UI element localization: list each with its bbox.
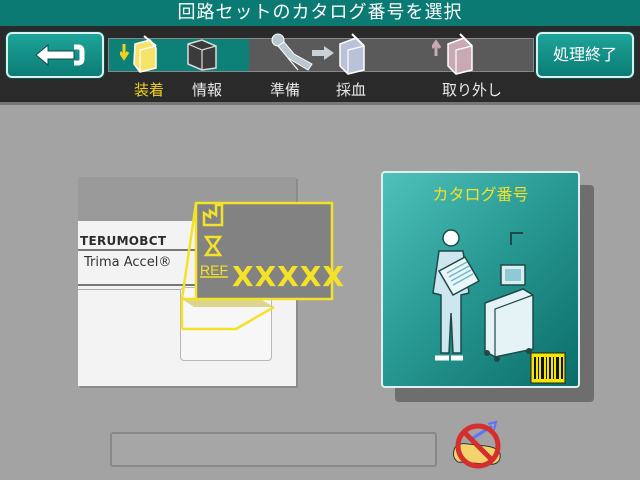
end-procedure-button[interactable]: 処理終了 <box>536 32 634 78</box>
header-divider <box>0 102 640 105</box>
collect-icon <box>339 33 365 75</box>
operator-machine-illustration <box>432 229 566 384</box>
brand-text: TERUMOBCT <box>80 234 167 248</box>
info-folder-icon <box>187 39 217 71</box>
load-cassette-icon <box>120 35 157 73</box>
step-label-info: 情報 <box>192 81 223 99</box>
catalog-number-field <box>110 432 437 467</box>
ref-code: XXXXX <box>232 260 345 293</box>
unload-icon <box>432 33 473 75</box>
catalog-number-button[interactable]: カタログ番号 <box>381 171 580 388</box>
step-label-collect: 採血 <box>336 81 367 99</box>
arrow-right-icon <box>312 46 334 60</box>
back-button[interactable] <box>6 32 104 78</box>
model-text: Trima Accel® <box>84 255 172 270</box>
return-arrow-icon <box>35 43 85 67</box>
step-label-unload: 取り外し <box>442 81 503 99</box>
screen-title: 回路セットのカタログ番号を選択 <box>0 0 640 26</box>
step-label-load: 装着 <box>134 81 165 99</box>
ref-label: REF <box>200 262 228 278</box>
prepare-donor-icon <box>271 33 313 71</box>
step-label-prepare: 準備 <box>270 81 301 99</box>
no-needle-icon <box>453 420 501 469</box>
